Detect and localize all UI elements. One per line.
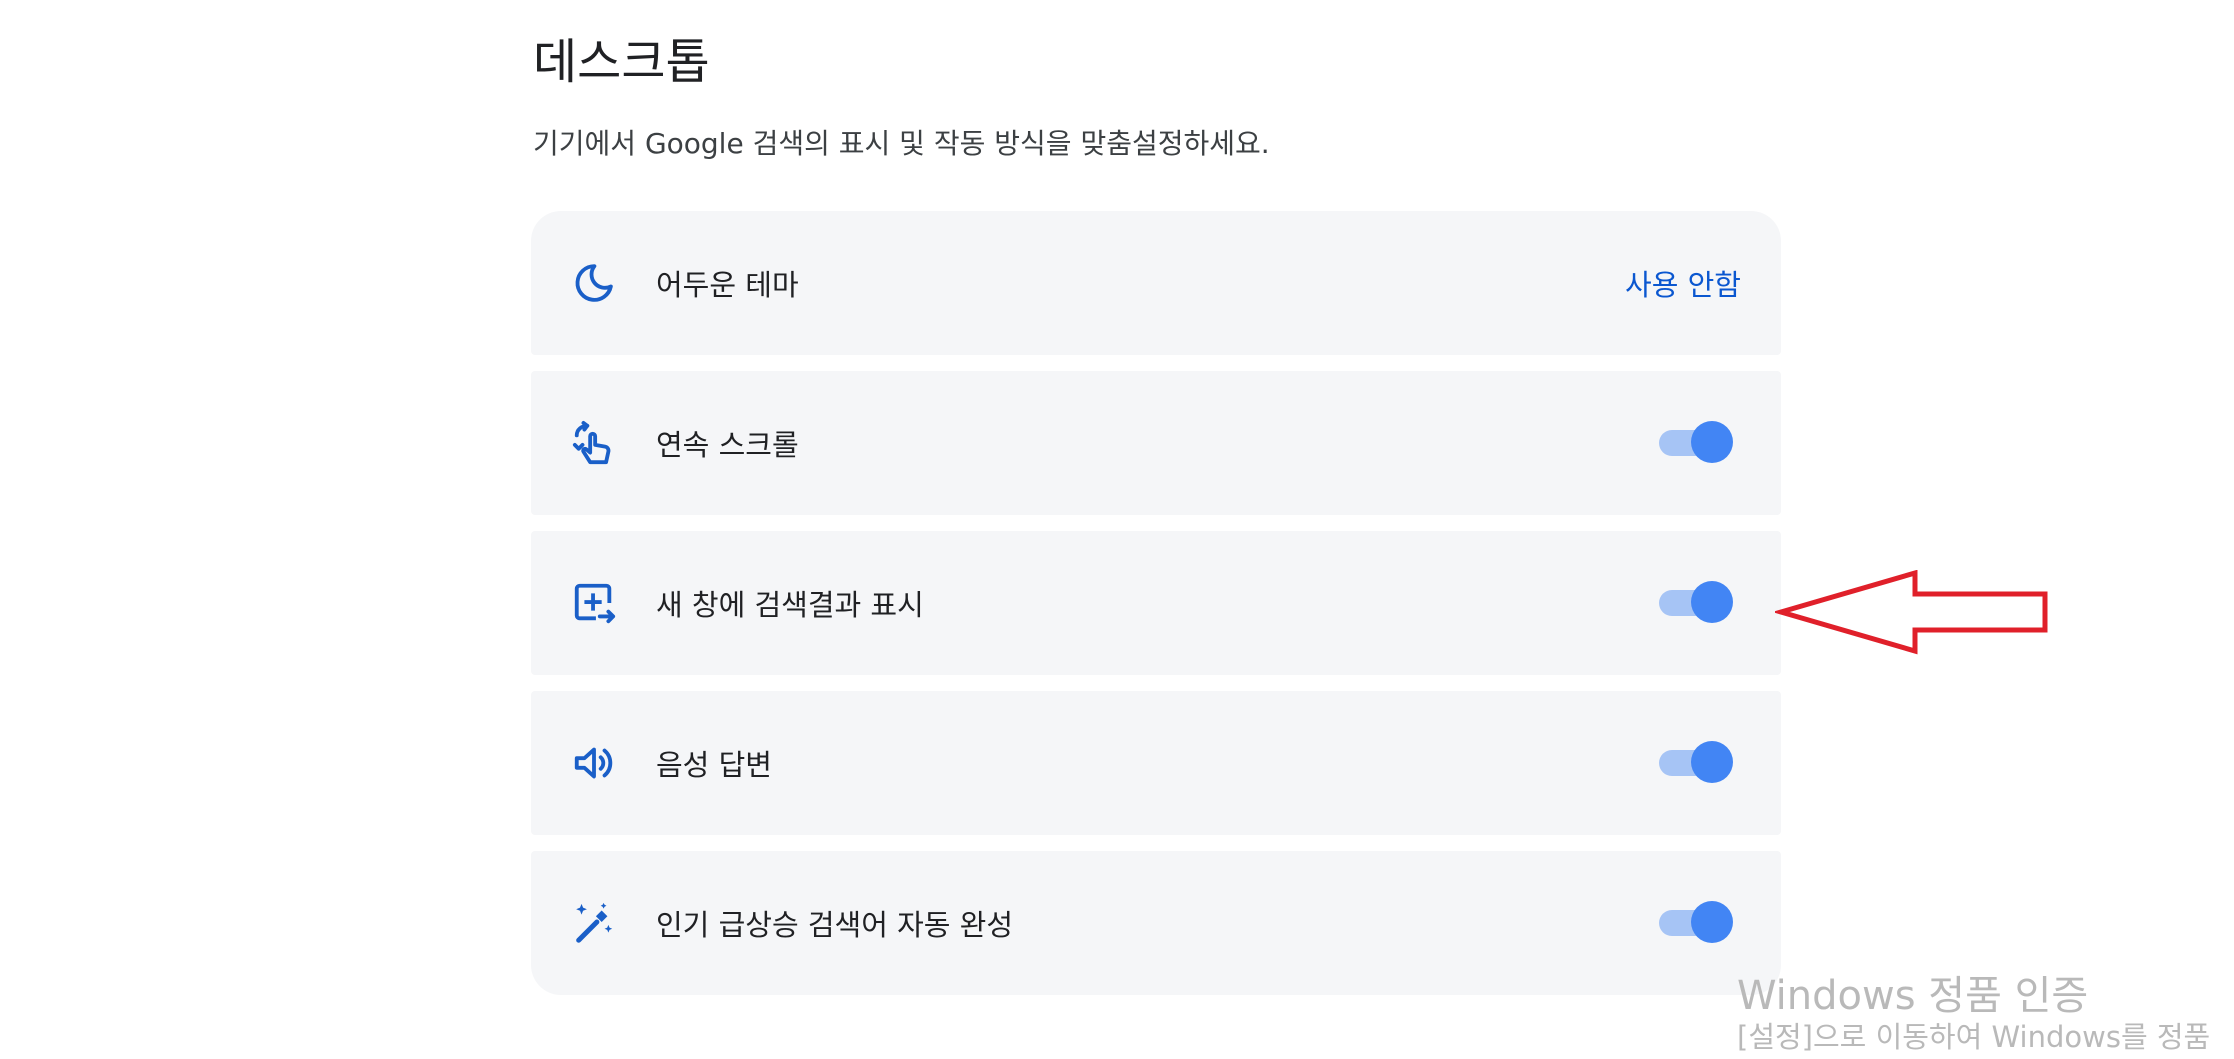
toggle-knob <box>1691 421 1733 463</box>
setting-row-dark-theme[interactable]: 어두운 테마 사용 안함 <box>531 211 1781 355</box>
setting-row-voice-answers[interactable]: 음성 답변 <box>531 691 1781 835</box>
annotation-arrow-icon <box>1775 570 2048 655</box>
settings-page: 데스크톱 기기에서 Google 검색의 표시 및 작동 방식을 맞춤설정하세요… <box>0 0 2234 1059</box>
dark-theme-value-link[interactable]: 사용 안함 <box>1625 262 1741 304</box>
dark-theme-label: 어두운 테마 <box>656 268 799 302</box>
toggle-knob <box>1691 901 1733 943</box>
new-window-label: 새 창에 검색결과 표시 <box>656 588 924 622</box>
continuous-scroll-toggle[interactable] <box>1659 421 1733 465</box>
setting-row-trending-autocomplete[interactable]: 인기 급상승 검색어 자동 완성 <box>531 851 1781 995</box>
trending-autocomplete-label: 인기 급상승 검색어 자동 완성 <box>656 908 1014 942</box>
windows-activation-text: [설정]으로 이동하여 Windows를 정품 <box>1737 1020 2211 1054</box>
page-title: 데스크톱 <box>533 34 710 90</box>
swipe-hand-icon <box>571 420 617 466</box>
voice-answers-label: 음성 답변 <box>656 748 772 782</box>
toggle-knob <box>1691 581 1733 623</box>
moon-icon <box>571 260 617 306</box>
new-window-icon <box>571 580 617 626</box>
toggle-knob <box>1691 741 1733 783</box>
voice-answers-toggle[interactable] <box>1659 741 1733 785</box>
new-window-toggle[interactable] <box>1659 581 1733 625</box>
setting-row-continuous-scroll[interactable]: 연속 스크롤 <box>531 371 1781 515</box>
continuous-scroll-label: 연속 스크롤 <box>656 428 799 462</box>
settings-list: 어두운 테마 사용 안함 연속 스크롤 새 창에 검색결과 표시 음성 답변 인… <box>531 211 1781 1011</box>
windows-activation-title: Windows 정품 인증 <box>1737 973 2089 1019</box>
magic-wand-icon <box>571 900 617 946</box>
page-subtitle: 기기에서 Google 검색의 표시 및 작동 방식을 맞춤설정하세요. <box>533 127 1270 160</box>
speaker-icon <box>571 740 617 786</box>
setting-row-new-window[interactable]: 새 창에 검색결과 표시 <box>531 531 1781 675</box>
trending-autocomplete-toggle[interactable] <box>1659 901 1733 945</box>
